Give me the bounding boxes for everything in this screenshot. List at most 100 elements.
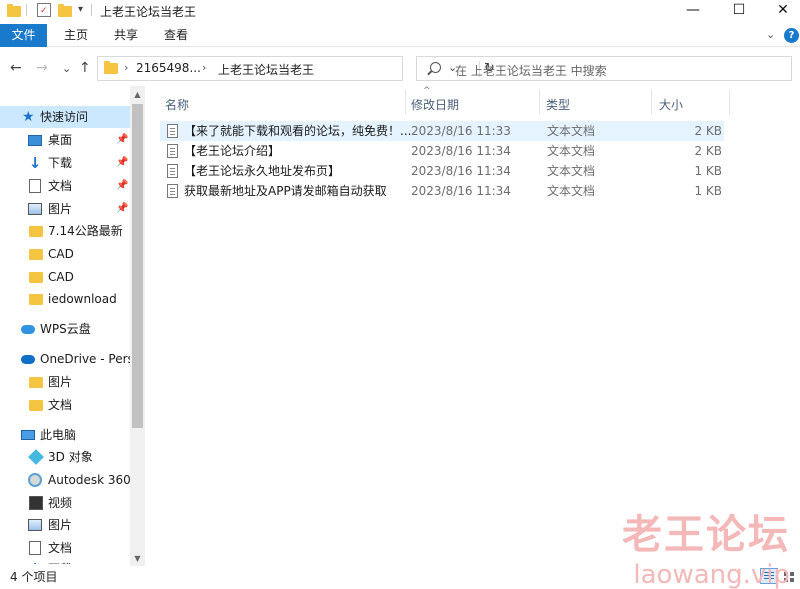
sidebar-item-pictures[interactable]: 图片 xyxy=(0,514,130,536)
sidebar-item-label: CAD xyxy=(48,247,74,261)
sidebar-item-documents[interactable]: 文档 xyxy=(0,537,130,559)
pin-icon: 📌 xyxy=(116,203,129,214)
file-type: 文本文档 xyxy=(547,124,596,138)
scrollbar-thumb[interactable] xyxy=(132,104,143,428)
3d-objects-icon xyxy=(28,449,44,465)
sidebar-item-onedrive[interactable]: OneDrive - Perso xyxy=(0,348,130,370)
sidebar-item-folder[interactable]: 7.14公路最新 xyxy=(0,220,130,242)
column-name[interactable]: 名称 xyxy=(165,96,189,113)
ribbon: 文件 主页 共享 查看 ⌄ ? xyxy=(0,24,800,47)
file-row[interactable]: 获取最新地址及APP请发邮箱自动获取 2023/8/16 11:34 文本文档 … xyxy=(160,181,724,201)
column-header: ^ 名称 修改日期 类型 大小 xyxy=(146,86,800,116)
column-type[interactable]: 类型 xyxy=(546,96,570,113)
sidebar-item-documents[interactable]: 文档 📌 xyxy=(0,175,130,197)
text-file-icon xyxy=(167,184,178,198)
scroll-down-arrow[interactable]: ▼ xyxy=(132,554,143,563)
search-icon xyxy=(430,62,441,73)
back-button[interactable]: ← xyxy=(10,60,22,76)
picture-icon xyxy=(28,203,42,215)
navigation-pane: ★ 快速访问 桌面 📌 ↓ 下载 📌 文档 📌 图片 📌 7.14公路最新 CA… xyxy=(0,96,130,564)
sidebar-item-label: 此电脑 xyxy=(40,428,77,442)
item-count: 4 个项目 xyxy=(10,570,58,584)
column-size[interactable]: 大小 xyxy=(659,96,683,113)
close-button[interactable]: ✕ xyxy=(760,0,800,22)
column-divider[interactable] xyxy=(729,90,730,114)
sidebar-item-folder[interactable]: CAD xyxy=(0,266,130,288)
chevron-right-icon: › xyxy=(202,61,207,74)
sidebar-item-label: OneDrive - Perso xyxy=(40,352,130,366)
large-icons-view-button[interactable] xyxy=(780,568,798,584)
breadcrumb-segment[interactable]: 上老王论坛当老王 xyxy=(218,61,314,78)
file-size: 2 KB xyxy=(694,124,722,138)
sidebar-item-quick-access[interactable]: ★ 快速访问 xyxy=(0,106,130,128)
new-folder-icon[interactable] xyxy=(58,3,72,17)
sidebar-item-autodesk[interactable]: Autodesk 360 xyxy=(0,469,130,491)
details-view-button[interactable] xyxy=(760,568,778,584)
navigation-bar: ← → ⌄ ↑ › 2165498... › 上老王论坛当老王 ⌄ ↻ 在 上老… xyxy=(0,50,800,86)
column-divider[interactable] xyxy=(405,90,406,114)
folder-icon xyxy=(29,249,43,260)
minimize-button[interactable]: — xyxy=(670,0,716,22)
customize-toolbar-icon[interactable]: ▾ xyxy=(78,4,83,15)
maximize-button[interactable]: ☐ xyxy=(716,0,762,22)
tab-file[interactable]: 文件 xyxy=(0,24,47,47)
sidebar-item-label: 文档 xyxy=(48,179,73,193)
autodesk-icon xyxy=(28,473,42,487)
cloud-icon xyxy=(21,325,35,334)
tab-share[interactable]: 共享 xyxy=(114,24,138,47)
forward-button[interactable]: → xyxy=(36,60,48,76)
desktop-icon xyxy=(28,135,42,146)
sidebar-item-downloads[interactable]: ↓ 下载 xyxy=(0,558,130,565)
file-type: 文本文档 xyxy=(547,164,596,178)
computer-icon xyxy=(21,430,35,440)
sidebar-item-wps-cloud[interactable]: WPS云盘 xyxy=(0,318,130,340)
folder-icon xyxy=(29,272,43,283)
properties-icon[interactable]: ✓ xyxy=(37,3,51,17)
tab-home[interactable]: 主页 xyxy=(64,24,88,47)
help-icon[interactable]: ? xyxy=(784,28,799,43)
search-box[interactable]: 在 上老王论坛当老王 中搜索 xyxy=(416,56,792,81)
sidebar-item-folder[interactable]: 文档 xyxy=(0,394,130,416)
file-row[interactable]: 【来了就能下载和观看的论坛，纯免费！... 2023/8/16 11:33 文本… xyxy=(160,121,724,141)
pin-icon: 📌 xyxy=(116,180,129,191)
pin-icon: 📌 xyxy=(116,134,129,145)
column-divider[interactable] xyxy=(539,90,540,114)
sidebar-item-videos[interactable]: 视频 xyxy=(0,492,130,514)
text-file-icon xyxy=(167,124,178,138)
window-title: 上老王论坛当老王 xyxy=(100,5,197,19)
picture-icon xyxy=(28,519,42,531)
file-type: 文本文档 xyxy=(547,184,596,198)
sidebar-item-label: Autodesk 360 xyxy=(48,473,130,487)
sort-ascending-icon: ^ xyxy=(423,86,431,96)
sidebar-item-label: 图片 xyxy=(48,375,73,389)
file-size: 2 KB xyxy=(694,144,722,158)
breadcrumb-segment[interactable]: 2165498... xyxy=(136,61,201,75)
expand-ribbon-icon[interactable]: ⌄ xyxy=(766,28,775,41)
address-bar[interactable]: › 2165498... › 上老王论坛当老王 ⌄ ↻ xyxy=(97,56,495,81)
title-bar: ✓ ▾ 上老王论坛当老王 — ☐ ✕ xyxy=(0,0,800,22)
download-icon: ↓ xyxy=(28,562,42,565)
sidebar-item-folder[interactable]: iedownload xyxy=(0,288,130,310)
sidebar-item-3d-objects[interactable]: 3D 对象 xyxy=(0,446,130,468)
file-size: 1 KB xyxy=(694,184,722,198)
recent-locations-button[interactable]: ⌄ xyxy=(62,62,71,75)
document-icon xyxy=(29,541,41,555)
file-row[interactable]: 【老王论坛介绍】 2023/8/16 11:34 文本文档 2 KB xyxy=(160,141,724,161)
column-divider[interactable] xyxy=(651,90,652,114)
sidebar-item-label: 7.14公路最新 xyxy=(48,224,123,238)
folder-icon xyxy=(29,226,43,237)
up-button[interactable]: ↑ xyxy=(79,60,91,76)
sidebar-item-downloads[interactable]: ↓ 下载 📌 xyxy=(0,152,130,174)
sidebar-item-folder[interactable]: 图片 xyxy=(0,371,130,393)
separator xyxy=(26,4,27,16)
sidebar-item-desktop[interactable]: 桌面 📌 xyxy=(0,129,130,151)
folder-icon xyxy=(29,400,43,411)
sidebar-item-this-pc[interactable]: 此电脑 xyxy=(0,424,130,446)
tab-view[interactable]: 查看 xyxy=(164,24,188,47)
scroll-up-arrow[interactable]: ▲ xyxy=(132,90,143,99)
sidebar-item-folder[interactable]: CAD xyxy=(0,243,130,265)
sidebar-item-pictures[interactable]: 图片 📌 xyxy=(0,198,130,220)
file-row[interactable]: 【老王论坛永久地址发布页】 2023/8/16 11:34 文本文档 1 KB xyxy=(160,161,724,181)
search-input[interactable]: 在 上老王论坛当老王 中搜索 xyxy=(455,62,607,79)
column-modified[interactable]: 修改日期 xyxy=(411,96,459,113)
